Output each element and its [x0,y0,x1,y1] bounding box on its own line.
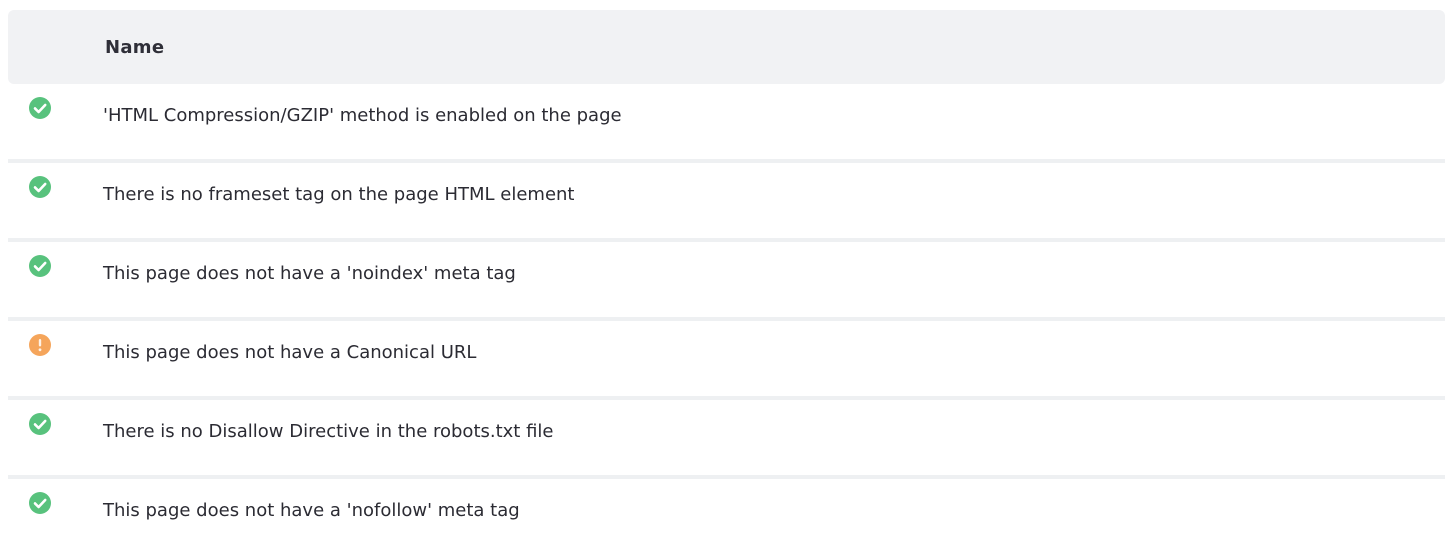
row-label: 'HTML Compression/GZIP' method is enable… [103,105,622,126]
table-row: There is no frameset tag on the page HTM… [8,163,1445,242]
row-label: There is no Disallow Directive in the ro… [103,421,554,442]
row-label: This page does not have a 'noindex' meta… [103,263,516,284]
table-row: 'HTML Compression/GZIP' method is enable… [8,84,1445,163]
table-header: Name [8,10,1445,84]
table-row: There is no Disallow Directive in the ro… [8,400,1445,479]
column-header-name: Name [105,36,165,58]
table-body: 'HTML Compression/GZIP' method is enable… [8,84,1445,558]
table-row: This page does not have a 'noindex' meta… [8,242,1445,321]
check-circle-icon [29,413,51,435]
table-row: This page does not have a Canonical URL [8,321,1445,400]
check-circle-icon [29,255,51,277]
table-row: This page does not have a 'nofollow' met… [8,479,1445,558]
check-circle-icon [29,492,51,514]
warning-circle-icon [29,334,51,356]
row-label: There is no frameset tag on the page HTM… [103,184,575,205]
row-label: This page does not have a Canonical URL [103,342,477,363]
check-circle-icon [29,176,51,198]
row-label: This page does not have a 'nofollow' met… [103,500,520,521]
check-circle-icon [29,97,51,119]
audit-results-table: Name 'HTML Compression/GZIP' method is e… [8,10,1445,558]
